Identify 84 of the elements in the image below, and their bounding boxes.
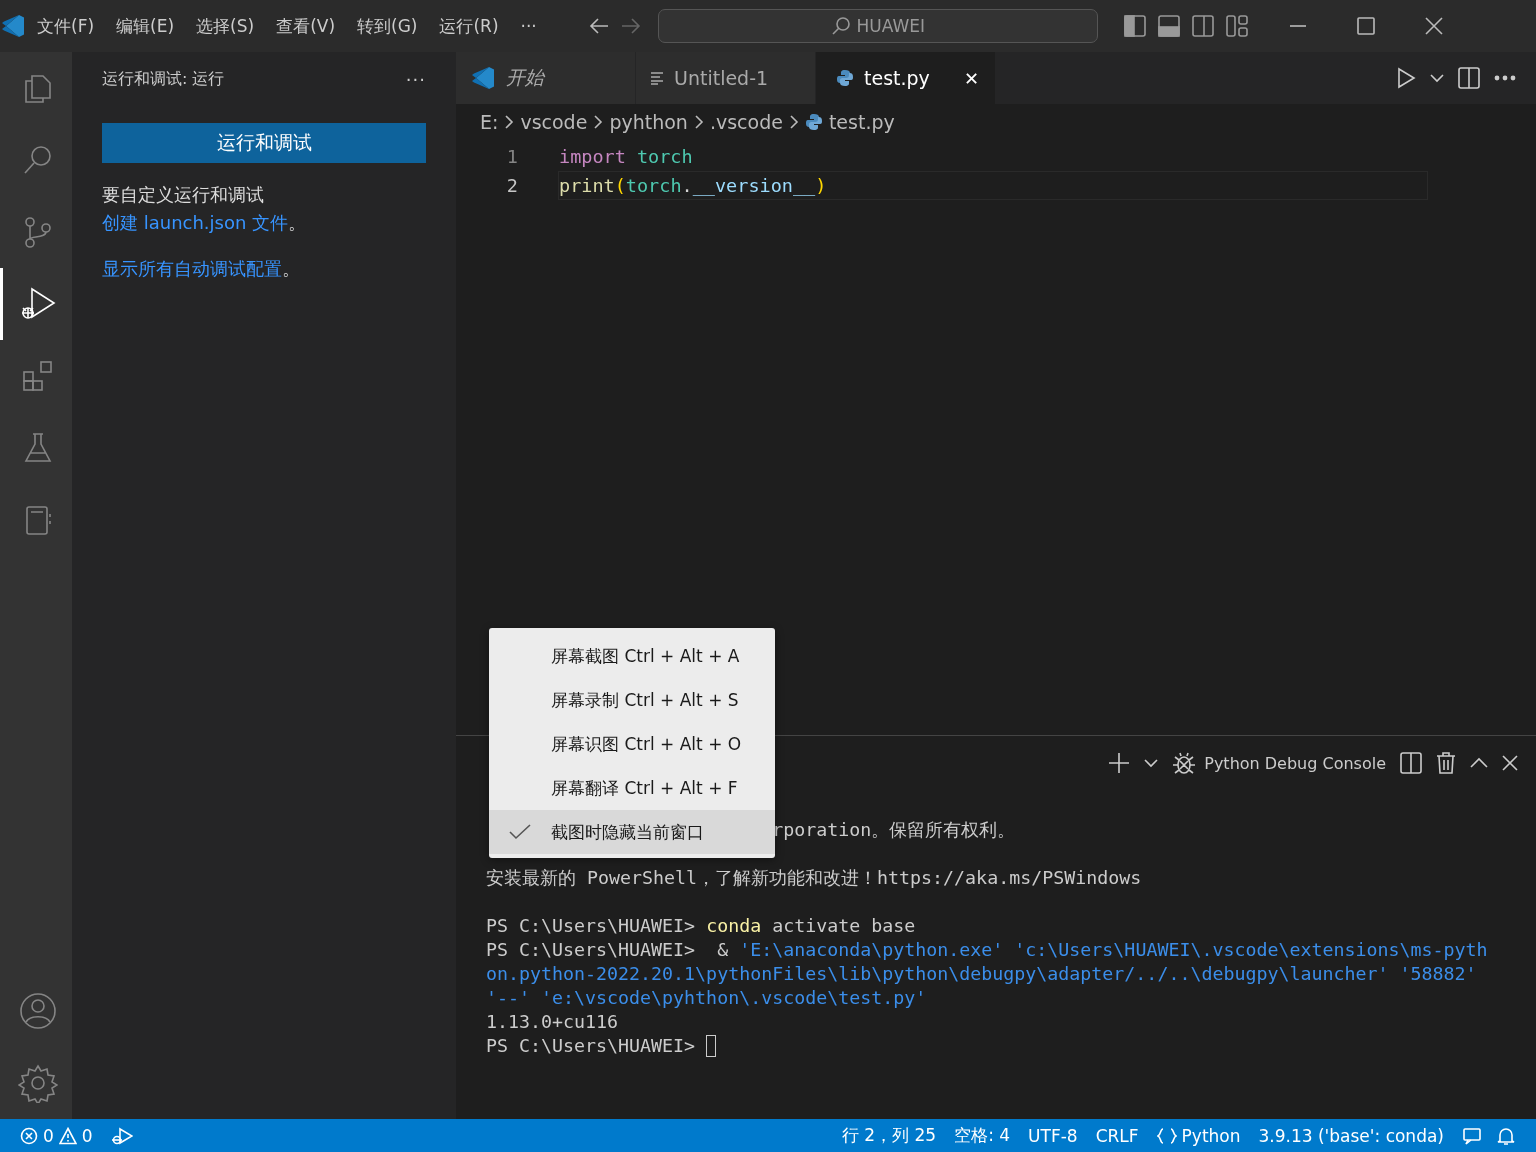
close-icon[interactable] [1502,755,1518,771]
menu-item[interactable]: 屏幕录制 Ctrl + Alt + S [489,678,775,722]
chevron-right-icon [504,114,515,130]
terminal-line: 安装最新的 PowerShell，了解新功能和改进！https://aka.ms/PSWindows [486,866,1143,890]
line-number: 2 [505,175,519,196]
terminal-name[interactable]: Python Debug Console [1204,753,1386,773]
link[interactable]: 创建 launch.json 文件 [102,212,289,233]
more-menu-button[interactable]: ··· [509,10,548,42]
editor-tab[interactable]: Untitled-1 [636,52,816,104]
link[interactable]: 显示所有自动调试配置 [102,258,282,279]
warning-icon [58,1126,77,1145]
run-and-debug-button[interactable]: 运行和调试 [102,123,426,163]
menu-item[interactable]: 编辑(E) [105,8,186,44]
breadcrumb-item[interactable]: .vscode [709,111,783,133]
chevron-up-icon[interactable] [1470,757,1488,769]
breadcrumb-item[interactable]: test.py [828,111,895,133]
terminal-line: 1.13.0+cu116 [486,1010,620,1034]
terminal-line: PS C:\Users\HUAWEI> & 'E:\anaconda\python.exe' 'c:\Users\HUAWEI\.vscode\extensions\ms-python.python-2022.20.1\pythonFiles\lib\python\debugpy\adapter/../..\debugpy\launcher' '58882' '--' 'e:\vscode\pyhthon\.vscode\test.py' [486,938,1489,1010]
bell-icon[interactable] [1496,1125,1516,1146]
menu-item[interactable]: 运行(R) [428,8,510,44]
customize-layout-icon[interactable] [1225,15,1248,37]
breadcrumb-item[interactable]: pyhthon [609,111,688,133]
menu-item[interactable]: 查看(V) [265,8,347,44]
text-file-icon [650,71,664,85]
settings-icon[interactable] [17,1063,58,1103]
plus-icon[interactable] [1108,752,1131,774]
menu-item[interactable]: 屏幕识图 Ctrl + Alt + O [489,722,775,766]
toggle-panel-icon[interactable] [1157,15,1180,37]
menu-item[interactable]: 转到(G) [346,8,429,44]
search-text: HUAWEI [856,16,926,36]
toggle-secondary-sidebar-icon[interactable] [1191,15,1214,37]
status-item[interactable]: CRLF [1095,1125,1139,1146]
vscode-logo-icon [470,65,496,91]
menu-item[interactable]: 选择(S) [185,8,266,44]
problems-status[interactable]: 0 0 [20,1125,93,1146]
menu-item[interactable]: 截图时隐藏当前窗口 [489,810,775,854]
trash-icon[interactable] [1436,752,1456,774]
debug-icon[interactable] [110,1125,133,1146]
chevron-right-icon [788,114,799,130]
bug-icon [1172,751,1197,775]
status-item[interactable]: 3.9.13 ('base': conda) [1258,1125,1444,1146]
search-icon [830,16,851,36]
help-text: 显示所有自动调试配置。 [102,257,301,281]
chevron-down-icon[interactable] [1144,758,1159,768]
forward-arrow-icon[interactable] [619,16,642,36]
error-icon [20,1126,38,1145]
breadcrumb-item[interactable]: vscode [520,111,588,133]
close-icon[interactable] [1423,16,1444,36]
chevron-right-icon [693,114,704,130]
editor-tab[interactable]: 开始 [456,52,636,104]
terminal-line: PS C:\Users\HUAWEI> [486,1034,1499,1058]
more-actions-icon[interactable] [1494,75,1516,81]
maximize-icon[interactable] [1355,16,1376,36]
breadcrumb-item[interactable]: E: [480,111,499,133]
terminal-line: PS C:\Users\HUAWEI> conda activate base [486,914,917,938]
status-item[interactable]: 行 2，列 25 [841,1124,937,1147]
toggle-sidebar-icon[interactable] [1123,15,1146,37]
tab-close-button[interactable]: ✕ [963,67,979,89]
split-editor-icon[interactable] [1458,67,1480,89]
status-item[interactable]: Python [1156,1125,1241,1146]
chevron-down-icon[interactable] [1430,73,1444,83]
split-terminal-icon[interactable] [1400,752,1422,774]
back-arrow-icon[interactable] [587,16,610,36]
search-field[interactable]: HUAWEI [657,9,1098,43]
menu-item[interactable]: 屏幕翻译 Ctrl + Alt + F [489,766,775,810]
feedback-icon[interactable] [1462,1125,1482,1146]
terminal-line: rporation。保留所有权利。 [772,818,1016,842]
python-icon [804,113,823,131]
python-icon [836,69,854,87]
menu-item[interactable]: 文件(F) [26,8,106,44]
sidebar-title: 运行和调试: 运行 [102,68,225,90]
run-icon[interactable] [1396,67,1416,89]
code-line: import torch [558,145,694,169]
menu-item[interactable]: 屏幕截图 Ctrl + Alt + A [489,634,775,678]
line-number: 1 [505,146,519,167]
braces-icon [1156,1126,1177,1145]
more-actions-button[interactable]: ··· [405,68,426,90]
chevron-right-icon [593,114,604,130]
vscode-logo-icon [0,13,26,39]
account-icon[interactable] [17,991,58,1031]
status-item[interactable]: UTF-8 [1028,1125,1078,1146]
status-item[interactable]: 空格: 4 [954,1124,1011,1147]
help-text: 要自定义运行和调试 创建 launch.json 文件。 [102,183,308,235]
editor-tab[interactable]: test.py ✕ [816,52,996,104]
